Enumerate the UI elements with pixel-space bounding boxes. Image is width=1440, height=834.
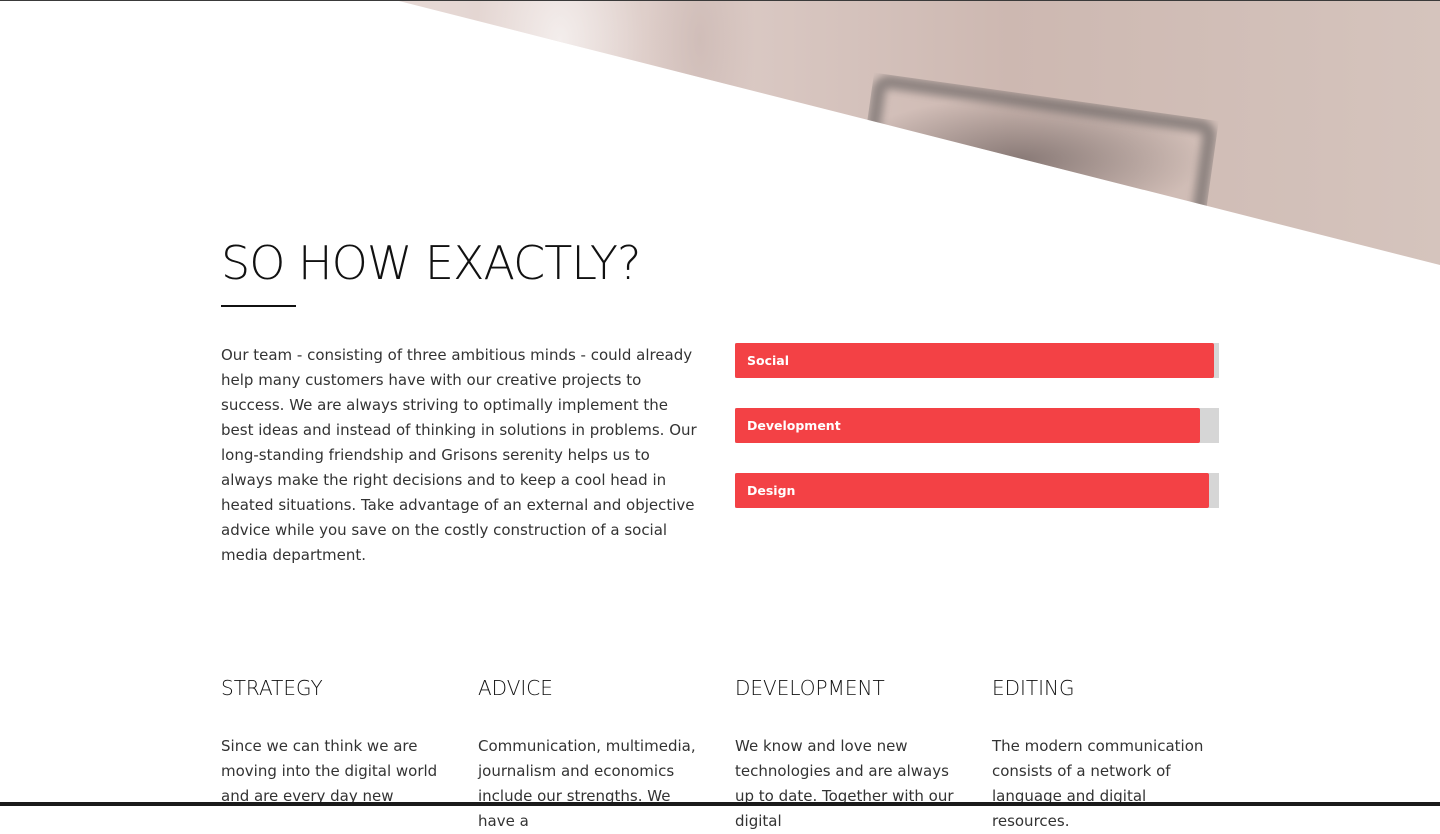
skill-bar-social: Social [735, 343, 1219, 378]
skill-label: Development [747, 418, 841, 433]
service-text: Since we can think we are moving into th… [221, 737, 438, 805]
skill-bar-development: Development [735, 408, 1219, 443]
service-text: Communication, multimedia, journalism an… [478, 737, 696, 830]
laptop-silhouette [849, 73, 1218, 298]
service-text: The modern communication consists of a n… [992, 737, 1204, 830]
service-editing: EDITING The modern communication consist… [992, 676, 1212, 834]
top-border [0, 0, 1440, 1]
service-advice: ADVICE Communication, multimedia, journa… [478, 676, 698, 834]
service-text: We know and love new technologies and ar… [735, 737, 954, 830]
service-title: ADVICE [478, 676, 553, 700]
service-title: DEVELOPMENT [735, 676, 885, 700]
intro-paragraph: Our team - consisting of three ambitious… [221, 346, 697, 564]
section-title: SO HOW EXACTLY? [221, 236, 641, 290]
skill-label: Design [747, 483, 796, 498]
skill-bar-design: Design [735, 473, 1219, 508]
skill-fill [735, 343, 1215, 378]
bottom-border [0, 802, 1440, 806]
service-strategy: STRATEGY Since we can think we are movin… [221, 676, 441, 809]
service-title: EDITING [992, 676, 1075, 700]
title-underline [221, 305, 296, 307]
hero-image [395, 0, 1440, 265]
service-development: DEVELOPMENT We know and love new technol… [735, 676, 955, 834]
service-title: STRATEGY [221, 676, 323, 700]
skill-label: Social [747, 353, 790, 368]
skill-fill [735, 473, 1210, 508]
